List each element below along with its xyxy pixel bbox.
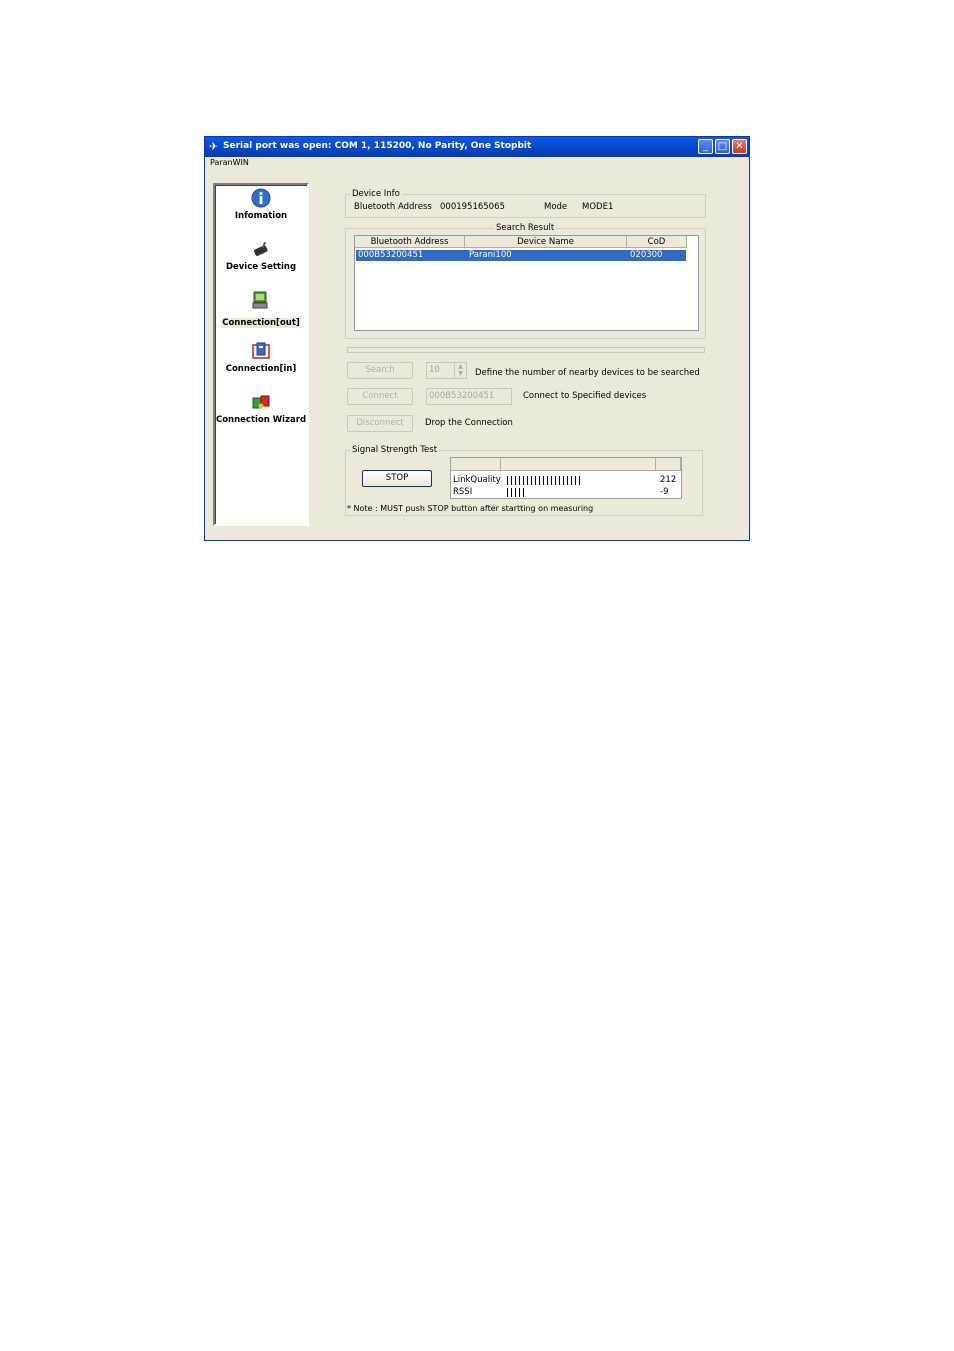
title-bar[interactable]: ✈ Serial port was open: COM 1, 115200, N… [205,137,749,157]
disconnect-button[interactable]: Disconnect [347,415,413,432]
signal-bar-tick [539,476,540,485]
sidebar-item-label: Infomation [234,211,288,221]
sidebar-item-label: Connection[in] [225,364,297,374]
connect-button[interactable]: Connect [347,388,413,405]
signal-bar-tick [563,476,564,485]
signal-bar-tick [531,476,532,485]
signal-bar-tick [575,476,576,485]
table-row[interactable]: 000B53200451 Parani100 020300 [356,250,686,261]
sidebar-item-connection-in[interactable]: Connection[in] [215,341,307,374]
measurement-note: * Note : MUST push STOP button after sta… [347,504,594,513]
signal-bar-tick [551,476,552,485]
row-address: 000B53200451 [358,250,424,260]
menu-paranwin[interactable]: ParanWIN [210,158,249,167]
signal-bar-tick [543,476,544,485]
search-description: Define the number of nearby devices to b… [475,368,700,378]
window-title: Serial port was open: COM 1, 115200, No … [223,141,532,151]
signal-bar-tick [507,476,508,485]
signal-table: LinkQuality 212 RSSI -9 [450,457,682,499]
signal-bar-tick [507,488,508,497]
signal-bar-tick [567,476,568,485]
minimize-button[interactable]: _ [698,139,713,154]
link-quality-value: 212 [660,475,677,485]
stop-button[interactable]: STOP [362,470,432,487]
spin-up-icon[interactable]: ▲ [455,363,466,370]
connection-in-icon [252,342,270,359]
signal-bar-tick [523,476,524,485]
column-header-cod[interactable]: CoD [627,236,687,248]
sidebar-item-label: Connection[out] [221,318,301,328]
paranwin-window: ✈ Serial port was open: COM 1, 115200, N… [204,136,750,541]
signal-header-cell [656,458,681,471]
signal-header-cell [501,458,656,471]
signal-bar-tick [555,476,556,485]
search-progress-bar [347,347,705,353]
device-info-group: Device Info Bluetooth Address 0001951650… [345,189,706,218]
signal-bar-tick [527,476,528,485]
signal-bar-tick [511,488,512,497]
connection-wizard-icon [252,395,270,409]
signal-bar-tick [515,488,516,497]
link-quality-bar [507,476,580,485]
signal-bar-tick [579,476,580,485]
signal-bar-tick [547,476,548,485]
info-icon [251,188,271,208]
connection-out-icon [252,291,268,309]
sidebar: Infomation Device Setting Connection[out… [213,183,309,526]
signal-bar-tick [535,476,536,485]
maximize-button[interactable]: □ [715,139,730,154]
signal-bar-tick [559,476,560,485]
device-setting-icon [254,241,268,256]
signal-bar-tick [515,476,516,485]
sidebar-item-label: Connection Wizard [215,415,307,425]
link-quality-label: LinkQuality [453,475,501,485]
row-device-name: Parani100 [469,250,512,260]
search-count-input[interactable]: 10 [426,362,455,379]
rssi-value: -9 [660,487,669,497]
search-result-legend: Search Result [494,223,557,233]
sidebar-item-information[interactable]: Infomation [215,188,307,221]
device-info-legend: Device Info [350,189,402,199]
disconnect-description: Drop the Connection [425,418,513,428]
signal-strength-legend: Signal Strength Test [350,445,440,455]
row-cod: 020300 [630,250,663,260]
signal-bar-tick [519,488,520,497]
search-button[interactable]: Search [347,362,413,379]
search-count-spinner[interactable]: ▲ ▼ [454,362,467,379]
mode-value: MODE1 [582,202,614,212]
signal-header-cell [451,458,501,471]
signal-bar-tick [519,476,520,485]
signal-bar-tick [511,476,512,485]
sidebar-item-connection-wizard[interactable]: Connection Wizard [215,392,307,425]
connect-address-input[interactable]: 000B53200451 [426,388,512,405]
search-result-list[interactable]: Bluetooth Address Device Name CoD 000B53… [354,235,699,331]
bluetooth-address-value: 000195165065 [440,202,505,212]
app-icon: ✈ [209,140,219,153]
bluetooth-address-label: Bluetooth Address [354,202,432,212]
sidebar-item-device-setting[interactable]: Device Setting [215,239,307,272]
rssi-label: RSSI [453,487,473,497]
connect-description: Connect to Specified devices [523,391,647,401]
signal-bar-tick [523,488,524,497]
column-header-address[interactable]: Bluetooth Address [355,236,465,248]
rssi-bar [507,488,524,497]
menu-bar: ParanWIN [205,157,749,169]
column-header-device-name[interactable]: Device Name [465,236,627,248]
mode-label: Mode [544,202,568,212]
spin-down-icon[interactable]: ▼ [455,370,466,377]
sidebar-item-label: Device Setting [225,262,297,272]
close-button[interactable]: ✕ [732,139,747,154]
sidebar-item-connection-out[interactable]: Connection[out] [215,290,307,329]
signal-bar-tick [571,476,572,485]
